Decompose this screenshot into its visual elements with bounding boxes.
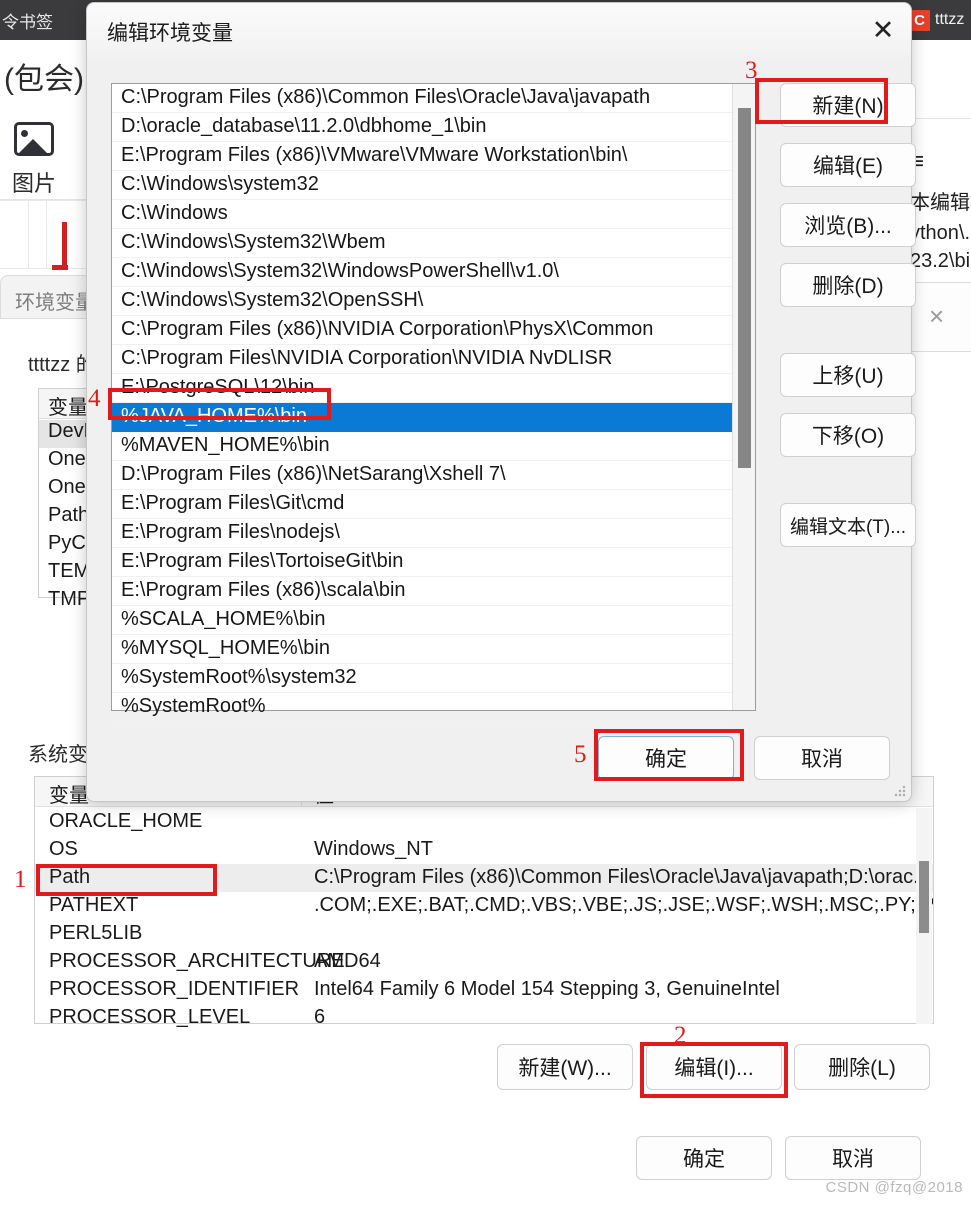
toolbar-glyph-fragment: ≡	[910, 148, 925, 175]
screenshot-root: 令书签 C tttzz (包会) 图片 环境变量 ttttzz 的 变量 Dev…	[0, 0, 971, 1207]
list-item[interactable]: E:\Program Files (x86)\VMware\VMware Wor…	[112, 142, 732, 171]
list-item[interactable]: C:\Windows	[112, 200, 732, 229]
edit-path-button[interactable]: 编辑(E)	[780, 143, 916, 187]
variable-name: PATHEXT	[49, 894, 139, 916]
variable-name: PROCESSOR_LEVEL	[49, 1006, 251, 1028]
table-row[interactable]: OS Windows_NT	[35, 836, 933, 864]
move-up-button[interactable]: 上移(U)	[780, 353, 916, 397]
image-icon[interactable]	[14, 122, 54, 156]
table-row[interactable]: PATHEXT .COM;.EXE;.BAT;.CMD;.VBS;.VBE;.J…	[35, 892, 933, 920]
page-heading: (包会)	[4, 63, 84, 96]
new-system-var-button[interactable]: 新建(W)...	[497, 1044, 633, 1090]
list-item[interactable]: C:\Program Files\NVIDIA Corporation\NVID…	[112, 345, 732, 374]
list-item[interactable]: E:\Program Files\nodejs\	[112, 519, 732, 548]
dialog-title: 编辑环境变量	[107, 22, 233, 45]
window-button-row: 确定 取消	[0, 1136, 971, 1180]
delete-system-var-button[interactable]: 删除(L)	[794, 1044, 930, 1090]
grid-line	[46, 200, 47, 268]
path-list-scrollbar[interactable]	[732, 84, 755, 710]
divider	[910, 118, 971, 119]
window-ok-button[interactable]: 确定	[636, 1136, 772, 1180]
variable-value: Windows_NT	[314, 838, 433, 860]
list-item[interactable]: %SystemRoot%\system32	[112, 664, 732, 693]
red-cursor-mark-foot	[52, 265, 68, 270]
list-item[interactable]: %MAVEN_HOME%\bin	[112, 432, 732, 461]
close-icon[interactable]: ✕	[855, 3, 911, 57]
resize-grip-icon[interactable]	[894, 785, 906, 797]
system-var-button-row: 新建(W)... 编辑(I)... 删除(L)	[0, 1044, 971, 1090]
variable-name: ORACLE_HOME	[49, 810, 203, 832]
list-item[interactable]: C:\Program Files (x86)\Common Files\Orac…	[112, 84, 732, 113]
path-list-rows: C:\Program Files (x86)\Common Files\Orac…	[112, 84, 732, 722]
list-item[interactable]: %SCALA_HOME%\bin	[112, 606, 732, 635]
list-item[interactable]: E:\Program Files (x86)\scala\bin	[112, 577, 732, 606]
watermark: CSDN @fzq@2018	[825, 1179, 963, 1196]
list-item[interactable]: D:\oracle_database\11.2.0\dbhome_1\bin	[112, 113, 732, 142]
browser-tab-right-label: tttzz	[935, 11, 965, 28]
red-cursor-mark	[62, 222, 67, 270]
variable-name: PERL5LIB	[49, 922, 143, 944]
editor-label-fragment: 本编辑器	[910, 192, 971, 214]
list-item[interactable]: E:\PostgreSQL\12\bin	[112, 374, 732, 403]
list-item[interactable]: %MYSQL_HOME%\bin	[112, 635, 732, 664]
csdn-icon: C	[909, 9, 930, 31]
list-item[interactable]: C:\Windows\system32	[112, 171, 732, 200]
browse-path-button[interactable]: 浏览(B)...	[780, 203, 916, 247]
dialog-ok-button[interactable]: 确定	[598, 736, 734, 780]
system-var-path-row[interactable]: Path C:\Program Files (x86)\Common Files…	[35, 864, 933, 892]
move-down-button[interactable]: 下移(O)	[780, 413, 916, 457]
image-label: 图片	[12, 171, 57, 196]
list-item[interactable]: C:\Windows\System32\Wbem	[112, 229, 732, 258]
list-item[interactable]: E:\Program Files\TortoiseGit\bin	[112, 548, 732, 577]
path-list-box: C:\Program Files (x86)\Common Files\Orac…	[111, 83, 756, 722]
table-row[interactable]: PERL5LIB	[35, 920, 933, 948]
table-row[interactable]: ORACLE_HOME	[35, 808, 933, 836]
scrollbar-thumb[interactable]	[919, 861, 929, 933]
selected-path-row[interactable]: %JAVA_HOME%\bin	[112, 403, 732, 432]
window-cancel-button[interactable]: 取消	[785, 1136, 921, 1180]
table-row[interactable]: PROCESSOR_LEVEL 6	[35, 1004, 933, 1032]
column-header-name: 变量	[49, 785, 89, 807]
list-item[interactable]: D:\Program Files (x86)\NetSarang\Xshell …	[112, 461, 732, 490]
list-item[interactable]: %SystemRoot%	[112, 693, 732, 722]
variable-name: OS	[49, 838, 78, 860]
table-row[interactable]: PROCESSOR_IDENTIFIER Intel64 Family 6 Mo…	[35, 976, 933, 1004]
edit-environment-variable-dialog: 编辑环境变量 ✕ C:\Program Files (x86)\Common F…	[86, 2, 916, 802]
variable-value: Intel64 Family 6 Model 154 Stepping 3, G…	[314, 978, 780, 1000]
browser-tab-right[interactable]: C tttzz	[905, 0, 971, 40]
variable-value: AMD64	[314, 950, 381, 972]
list-item[interactable]: E:\Program Files\Git\cmd	[112, 490, 732, 519]
variable-value: 6	[314, 1006, 326, 1028]
delete-path-button[interactable]: 删除(D)	[780, 263, 916, 307]
variable-value: .COM;.EXE;.BAT;.CMD;.VBS;.VBE;.JS;.JSE;.…	[314, 894, 933, 916]
list-item[interactable]: C:\Windows\System32\OpenSSH\	[112, 287, 732, 316]
close-icon[interactable]: ×	[929, 301, 944, 332]
list-item[interactable]: C:\Windows\System32\WindowsPowerShell\v1…	[112, 258, 732, 287]
right-popup-fragment: ×	[910, 282, 971, 352]
variable-name: PROCESSOR_IDENTIFIER	[49, 978, 300, 1000]
new-path-button[interactable]: 新建(N)	[780, 83, 916, 127]
path-fragment-2: 23.2\bi...	[910, 250, 971, 272]
edit-system-var-button[interactable]: 编辑(I)...	[646, 1044, 782, 1090]
system-table-scrollbar[interactable]	[916, 808, 932, 1024]
variable-value: C:\Program Files (x86)\Common Files\Orac…	[314, 866, 930, 888]
env-variables-tab-label: 环境变量	[15, 292, 95, 314]
list-item[interactable]: C:\Program Files (x86)\NVIDIA Corporatio…	[112, 316, 732, 345]
grid-line	[28, 200, 29, 268]
system-variables-table: 变量 值 ORACLE_HOME OS Windows_NT Path C:\P…	[34, 776, 934, 1028]
scrollbar-thumb[interactable]	[738, 108, 751, 468]
path-fragment-1: ython\...	[910, 222, 971, 244]
dialog-cancel-button[interactable]: 取消	[754, 736, 890, 780]
variable-name: Path	[49, 866, 91, 888]
edit-text-button[interactable]: 编辑文本(T)...	[780, 503, 916, 547]
browser-tab-left-label: 令书签	[2, 12, 53, 32]
variable-name: PROCESSOR_ARCHITECTURE	[49, 950, 345, 972]
browser-tab-left[interactable]: 令书签	[0, 0, 88, 40]
table-row[interactable]: PROCESSOR_ARCHITECTURE AMD64	[35, 948, 933, 976]
